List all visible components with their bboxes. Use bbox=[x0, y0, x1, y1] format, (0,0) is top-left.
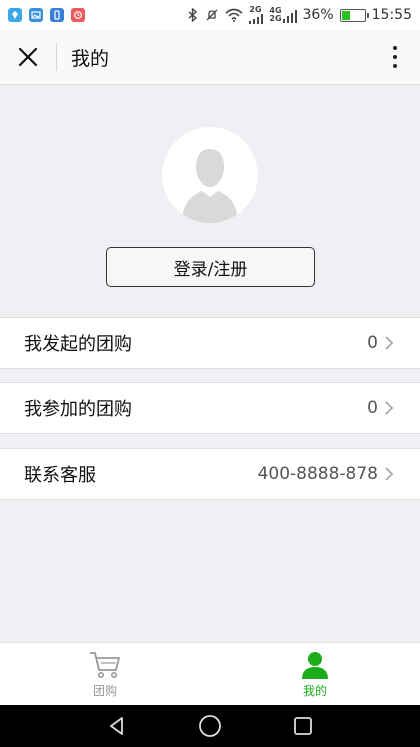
more-options-button[interactable] bbox=[370, 30, 420, 85]
menu-row-label: 联系客服 bbox=[24, 465, 96, 486]
system-nav-bar bbox=[0, 705, 420, 747]
nav-recents-button[interactable] bbox=[283, 706, 323, 746]
battery-level bbox=[341, 10, 350, 20]
tab-label: 团购 bbox=[92, 683, 117, 698]
menu-row-value: 0 bbox=[367, 333, 378, 353]
menu-row-customer-service[interactable]: 联系客服 400-8888-878 bbox=[0, 448, 420, 500]
close-icon bbox=[18, 47, 38, 67]
app-notification-icon bbox=[8, 8, 22, 22]
tab-mine[interactable]: 我的 bbox=[210, 643, 420, 705]
menu-row-value: 400-8888-878 bbox=[257, 464, 378, 484]
back-triangle-icon bbox=[109, 717, 123, 735]
chevron-right-icon bbox=[385, 401, 394, 415]
tab-group-buy[interactable]: 团购 bbox=[0, 643, 210, 705]
user-icon bbox=[302, 651, 328, 679]
bottom-tab-bar: 团购 我的 bbox=[0, 642, 420, 705]
alarm-notification-icon bbox=[71, 8, 85, 22]
gallery-notification-icon bbox=[29, 8, 43, 22]
nav-home-button[interactable] bbox=[190, 706, 230, 746]
login-register-button[interactable]: 登录/注册 bbox=[106, 247, 315, 287]
clock: 15:55 bbox=[371, 7, 412, 23]
signal-4g-icon: 4G 2G bbox=[269, 7, 297, 23]
page-title: 我的 bbox=[71, 47, 110, 70]
network-type-label: 2G bbox=[269, 14, 282, 23]
title-bar: 我的 bbox=[0, 30, 420, 85]
notification-icons bbox=[8, 8, 85, 22]
more-dot-icon bbox=[393, 46, 397, 50]
default-user-icon bbox=[182, 149, 238, 223]
tab-label: 我的 bbox=[302, 683, 327, 698]
shopping-cart-icon bbox=[90, 651, 120, 678]
more-dot-icon bbox=[393, 55, 397, 59]
mute-bell-icon bbox=[206, 9, 218, 21]
home-circle-icon bbox=[199, 715, 221, 737]
battery-percent: 36% bbox=[302, 7, 334, 23]
menu-row-value: 0 bbox=[367, 398, 378, 418]
menu-row-label: 我发起的团购 bbox=[24, 334, 132, 355]
chevron-right-icon bbox=[385, 336, 394, 350]
recents-square-icon bbox=[294, 717, 313, 735]
bluetooth-icon bbox=[188, 8, 198, 22]
wifi-icon bbox=[225, 8, 243, 22]
menu-row-my-joined-groups[interactable]: 我参加的团购 0 bbox=[0, 382, 420, 434]
phone-notification-icon bbox=[50, 8, 64, 22]
chevron-right-icon bbox=[385, 467, 394, 481]
close-button[interactable] bbox=[0, 30, 56, 85]
more-dot-icon bbox=[393, 64, 397, 68]
network-type-label: 2G bbox=[249, 5, 262, 14]
menu-row-my-started-groups[interactable]: 我发起的团购 0 bbox=[0, 317, 420, 369]
menu-row-label: 我参加的团购 bbox=[24, 399, 132, 420]
title-divider bbox=[56, 43, 57, 71]
status-bar: 2G 4G 2G 36% 15:55 bbox=[0, 0, 420, 30]
battery-icon bbox=[339, 8, 369, 22]
avatar[interactable] bbox=[162, 127, 258, 223]
signal-2g-icon: 2G bbox=[249, 5, 264, 24]
nav-back-button[interactable] bbox=[97, 706, 137, 746]
